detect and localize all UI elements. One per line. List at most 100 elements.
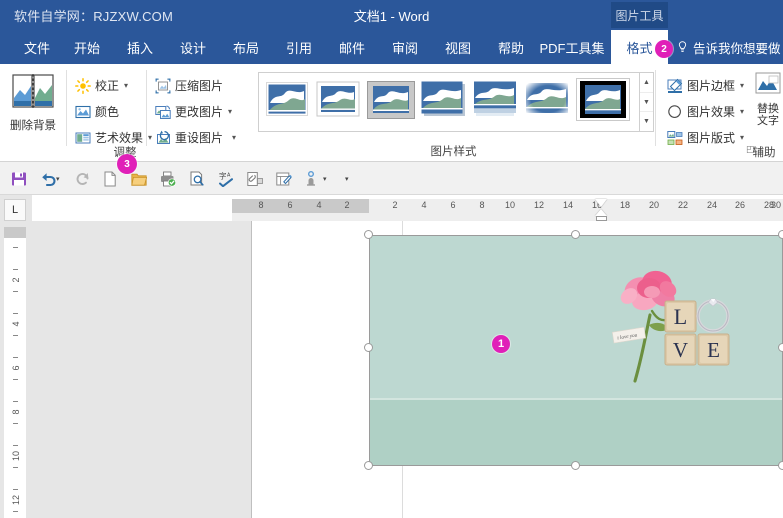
color-label: 颜色 [95,103,119,120]
tab-stop-selector[interactable]: L [4,199,26,221]
vruler-num-4: 4 [11,318,21,330]
love-flower-picture[interactable]: i love you L V E [369,235,783,466]
hruler-num-30: 30 [769,200,783,210]
chevron-down-icon: ▾ [740,107,744,116]
vruler-num-8: 8 [11,406,21,418]
tell-me-search[interactable]: 告诉我你想要做 [676,30,783,64]
alt-text-button[interactable]: 替换 文字 [751,68,783,144]
badge-step-2: 2 [655,40,673,58]
picture-border-label: 图片边框 [687,77,735,94]
attach-button[interactable] [244,168,266,190]
group-divider-1 [66,70,67,146]
tab-review[interactable]: 审阅 [382,30,428,64]
vruler-num-12: 12 [11,494,21,506]
first-line-indent-marker[interactable] [595,199,607,207]
attach-icon [247,171,263,187]
horizontal-ruler[interactable]: 8 6 4 2 2 4 6 8 10 12 14 16 18 20 22 24 … [232,199,783,221]
alt-text-label-line2: 文字 [757,115,779,127]
resize-handle-top-left[interactable] [364,230,373,239]
tab-pdf-tools[interactable]: PDF工具集 [534,30,610,64]
resize-handle-bottom-right[interactable] [778,461,783,470]
quick-print-button[interactable] [157,168,179,190]
remove-background-button[interactable]: 删除背景 [4,70,62,146]
new-document-button[interactable] [99,168,121,190]
tab-help[interactable]: 帮助 [488,30,534,64]
picture-effects-label: 图片效果 [687,103,735,120]
hruler-num-24: 24 [705,200,719,210]
undo-icon [41,171,57,187]
badge-step-1: 1 [492,335,510,353]
change-picture-button[interactable]: 更改图片 ▾ [152,100,235,123]
hanging-indent-marker[interactable] [595,209,607,216]
compress-picture-button[interactable]: 压缩图片 [152,74,226,97]
color-button[interactable]: 颜色 [72,100,122,123]
resize-handle-top-center[interactable] [571,230,580,239]
hruler-num-2m: 2 [340,200,354,210]
style-thumb-drop-shadow-rect[interactable] [421,81,465,117]
svg-text:E: E [707,338,720,362]
picture-lower-band [369,400,783,466]
style-thumb-thick-black-frame[interactable] [576,78,630,121]
corrections-icon [75,78,91,94]
remove-background-icon [12,74,54,113]
tab-home[interactable]: 开始 [64,30,110,64]
tab-file[interactable]: 文件 [14,30,60,64]
gallery-scroll-buttons[interactable]: ▲ ▼ ▼ [640,72,654,132]
print-preview-button[interactable] [186,168,208,190]
undo-dropdown-caret[interactable]: ▾ [56,175,60,183]
change-picture-icon [155,104,171,120]
style-thumb-reflected-rounded[interactable] [473,81,517,117]
ribbon-body: 删除背景 校正 [0,64,783,162]
tab-insert[interactable]: 插入 [117,30,163,64]
love-flower-artwork: i love you L V E [605,263,735,398]
style-thumb-beveled-matte-white[interactable] [316,81,360,117]
picture-layout-button[interactable]: 图片版式 ▾ [664,126,747,149]
hruler-num-26: 26 [733,200,747,210]
hruler-num-6m: 6 [283,200,297,210]
change-picture-label: 更改图片 [175,103,223,120]
resize-handle-bottom-left[interactable] [364,461,373,470]
alt-text-label-line1: 替换 [757,103,779,115]
color-icon [75,104,91,120]
vertical-ruler[interactable]: 2 4 6 8 10 12 [4,227,26,518]
tab-layout[interactable]: 布局 [223,30,269,64]
touch-mode-button[interactable] [300,168,322,190]
tab-view[interactable]: 视图 [435,30,481,64]
touch-mode-icon [303,171,319,187]
gallery-scroll-up-button[interactable]: ▲ [640,73,653,93]
gallery-more-button[interactable]: ▼ [640,112,653,131]
title-bar: 软件自学网：RJZXW.COM 文档1 - Word 图片工具 [0,0,783,30]
hruler-num-8m: 8 [254,200,268,210]
edit-button[interactable] [273,168,295,190]
customize-qat-caret[interactable]: ▾ [345,175,349,183]
resize-handle-top-right[interactable] [778,230,783,239]
tab-design[interactable]: 设计 [170,30,216,64]
resize-handle-middle-left[interactable] [364,343,373,352]
picture-effects-button[interactable]: 图片效果 ▾ [664,100,747,123]
tab-mailings[interactable]: 邮件 [329,30,375,64]
vruler-num-6: 6 [11,362,21,374]
resize-handle-middle-right[interactable] [778,343,783,352]
selected-picture-wrapper[interactable]: i love you L V E [369,235,783,466]
picture-styles-gallery[interactable] [258,72,640,132]
spelling-button[interactable]: 字 A [215,168,237,190]
edit-icon [276,171,292,187]
open-folder-icon [131,171,147,187]
style-thumb-soft-edge[interactable] [525,81,569,117]
new-document-icon [102,171,118,187]
compress-picture-label: 压缩图片 [175,77,223,94]
gallery-scroll-down-button[interactable]: ▼ [640,93,653,113]
corrections-label: 校正 [95,77,119,94]
picture-layout-icon [667,130,683,146]
tab-references[interactable]: 引用 [276,30,322,64]
picture-border-button[interactable]: 图片边框 ▾ [664,74,747,97]
hruler-num-10: 10 [503,200,517,210]
style-thumb-simple-frame-white[interactable] [265,81,309,117]
corrections-button[interactable]: 校正 ▾ [72,74,131,97]
resize-handle-bottom-center[interactable] [571,461,580,470]
touch-mode-caret[interactable]: ▾ [323,175,327,183]
redo-button[interactable] [72,168,94,190]
save-button[interactable] [8,168,30,190]
style-thumb-metal-frame[interactable] [367,81,411,117]
chevron-down-icon: ▾ [232,133,236,142]
